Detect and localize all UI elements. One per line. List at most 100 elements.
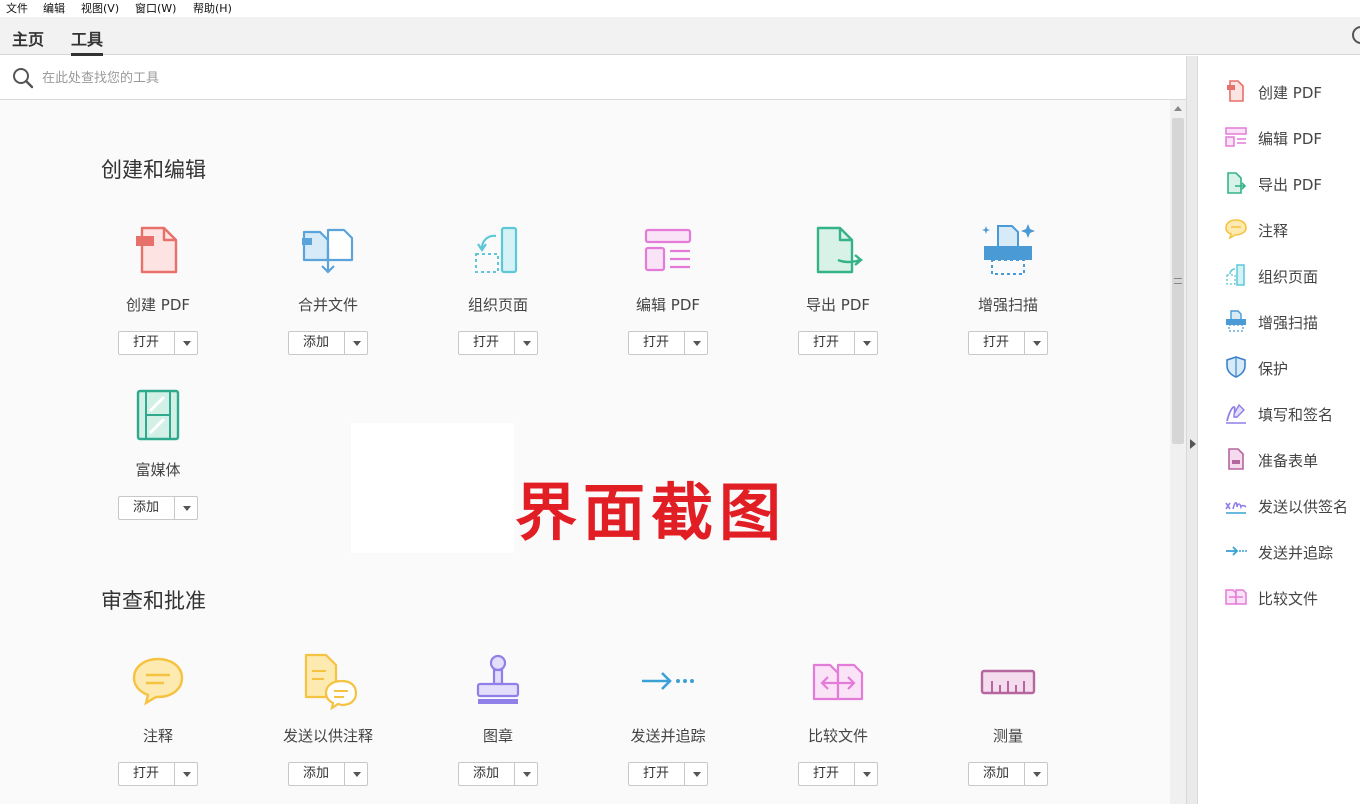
open-button-label: 打开	[982, 335, 1009, 350]
collapse-arrow-icon[interactable]	[1190, 439, 1196, 449]
open-button[interactable]: 打开	[118, 331, 198, 355]
menu-view[interactable]: 视图(V)	[75, 0, 125, 17]
chevron-down-icon[interactable]	[514, 763, 538, 785]
section-title-review: 审查和批准	[101, 589, 206, 613]
panel-item-comment[interactable]: 注释	[1198, 214, 1360, 244]
open-button[interactable]: 打开	[458, 331, 538, 355]
add-button[interactable]: 添加	[288, 762, 368, 786]
watermark-text: 界面截图	[515, 476, 788, 549]
rich-media-icon[interactable]	[128, 385, 188, 445]
panel-item-send-for-signature[interactable]: 发送以供签名	[1198, 490, 1360, 520]
open-button[interactable]: 打开	[628, 762, 708, 786]
pane-splitter[interactable]	[1186, 56, 1198, 804]
add-button-label: 添加	[982, 766, 1009, 781]
panel-item-label: 准备表单	[1258, 452, 1319, 470]
open-button[interactable]: 打开	[798, 762, 878, 786]
panel-item-organize-pages[interactable]: 组织页面	[1198, 260, 1360, 290]
open-button-label: 打开	[472, 335, 499, 350]
panel-item-edit-pdf[interactable]: 编辑 PDF	[1198, 122, 1360, 152]
enhance-scan-icon[interactable]	[978, 220, 1038, 280]
chevron-down-icon[interactable]	[174, 763, 198, 785]
comment-icon	[1225, 219, 1247, 240]
measure-icon[interactable]	[978, 651, 1038, 711]
menu-help[interactable]: 帮助(H)	[187, 0, 238, 17]
edit-pdf-icon[interactable]	[638, 220, 698, 280]
create-pdf-icon[interactable]	[128, 220, 188, 280]
menu-window[interactable]: 窗口(W)	[129, 0, 182, 17]
panel-item-compare-files[interactable]: 比较文件	[1198, 582, 1360, 612]
chevron-down-icon[interactable]	[1024, 332, 1048, 354]
chevron-down-icon[interactable]	[854, 332, 878, 354]
panel-item-fill-sign[interactable]: 填写和签名	[1198, 398, 1360, 428]
compare-files-icon[interactable]	[808, 651, 868, 711]
tool-create-pdf: 创建 PDF 打开	[73, 220, 243, 370]
scroll-up-icon[interactable]	[1174, 106, 1182, 111]
export-pdf-icon[interactable]	[808, 220, 868, 280]
open-button[interactable]: 打开	[118, 762, 198, 786]
open-button-label: 打开	[812, 766, 839, 781]
organize-pages-icon	[1226, 264, 1245, 286]
panel-item-label: 组织页面	[1258, 268, 1319, 286]
open-button[interactable]: 打开	[798, 331, 878, 355]
organize-pages-icon[interactable]	[468, 220, 528, 280]
stamp-icon[interactable]	[468, 651, 528, 711]
vertical-scrollbar[interactable]	[1170, 100, 1186, 804]
panel-item-prepare-form[interactable]: 准备表单	[1198, 444, 1360, 474]
chevron-down-icon[interactable]	[1024, 763, 1048, 785]
panel-item-create-pdf[interactable]: 创建 PDF	[1198, 76, 1360, 106]
chevron-down-icon[interactable]	[344, 763, 368, 785]
chevron-down-icon[interactable]	[684, 332, 708, 354]
panel-item-label: 填写和签名	[1258, 406, 1334, 424]
comment-icon[interactable]	[128, 651, 188, 711]
tool-stamp: 图章 添加	[413, 651, 583, 801]
enhance-scan-icon	[1226, 310, 1246, 332]
chevron-down-icon[interactable]	[174, 497, 198, 519]
open-button-label: 打开	[642, 766, 669, 781]
help-icon[interactable]	[1352, 26, 1360, 44]
tab-home[interactable]: 主页	[12, 26, 44, 50]
menu-file[interactable]: 文件	[0, 0, 34, 17]
tool-send-and-track: 发送并追踪 打开	[583, 651, 753, 801]
tab-tools[interactable]: 工具	[71, 26, 104, 56]
tool-label: 图章	[482, 727, 513, 745]
add-button[interactable]: 添加	[458, 762, 538, 786]
fill-sign-icon	[1226, 403, 1246, 424]
add-button[interactable]: 添加	[118, 496, 198, 520]
panel-item-label: 导出 PDF	[1258, 176, 1322, 194]
chevron-down-icon[interactable]	[344, 332, 368, 354]
grip-icon	[1174, 278, 1182, 284]
chevron-down-icon[interactable]	[514, 332, 538, 354]
compare-files-icon	[1225, 589, 1247, 605]
send-and-track-icon[interactable]	[638, 651, 698, 711]
tool-label: 合并文件	[297, 296, 358, 314]
open-button-label: 打开	[812, 335, 839, 350]
add-button-label: 添加	[302, 335, 329, 350]
panel-item-export-pdf[interactable]: 导出 PDF	[1198, 168, 1360, 198]
menu-edit[interactable]: 编辑	[37, 0, 71, 17]
add-button[interactable]: 添加	[288, 331, 368, 355]
tool-comment: 注释 打开	[73, 651, 243, 801]
chevron-down-icon[interactable]	[854, 763, 878, 785]
tool-label: 发送并追踪	[630, 727, 706, 745]
export-pdf-icon	[1227, 172, 1247, 194]
panel-item-label: 发送以供签名	[1258, 498, 1349, 516]
create-pdf-icon	[1227, 80, 1244, 102]
tool-label: 注释	[142, 727, 173, 745]
open-button[interactable]: 打开	[628, 331, 708, 355]
send-for-comments-icon[interactable]	[298, 651, 358, 711]
add-button[interactable]: 添加	[968, 762, 1048, 786]
panel-item-enhance-scan[interactable]: 增强扫描	[1198, 306, 1360, 336]
panel-item-protect[interactable]: 保护	[1198, 352, 1360, 382]
panel-item-send-and-track[interactable]: 发送并追踪	[1198, 536, 1360, 566]
tool-send-for-comments: 发送以供注释 添加	[243, 651, 413, 801]
search-input[interactable]	[42, 68, 642, 88]
edit-pdf-icon	[1225, 127, 1247, 147]
tool-export-pdf: 导出 PDF 打开	[753, 220, 923, 370]
chevron-down-icon[interactable]	[684, 763, 708, 785]
blank-area	[351, 423, 514, 553]
chevron-down-icon[interactable]	[174, 332, 198, 354]
open-button[interactable]: 打开	[968, 331, 1048, 355]
combine-files-icon[interactable]	[298, 220, 358, 280]
prepare-form-icon	[1228, 448, 1244, 470]
protect-icon	[1226, 356, 1246, 378]
